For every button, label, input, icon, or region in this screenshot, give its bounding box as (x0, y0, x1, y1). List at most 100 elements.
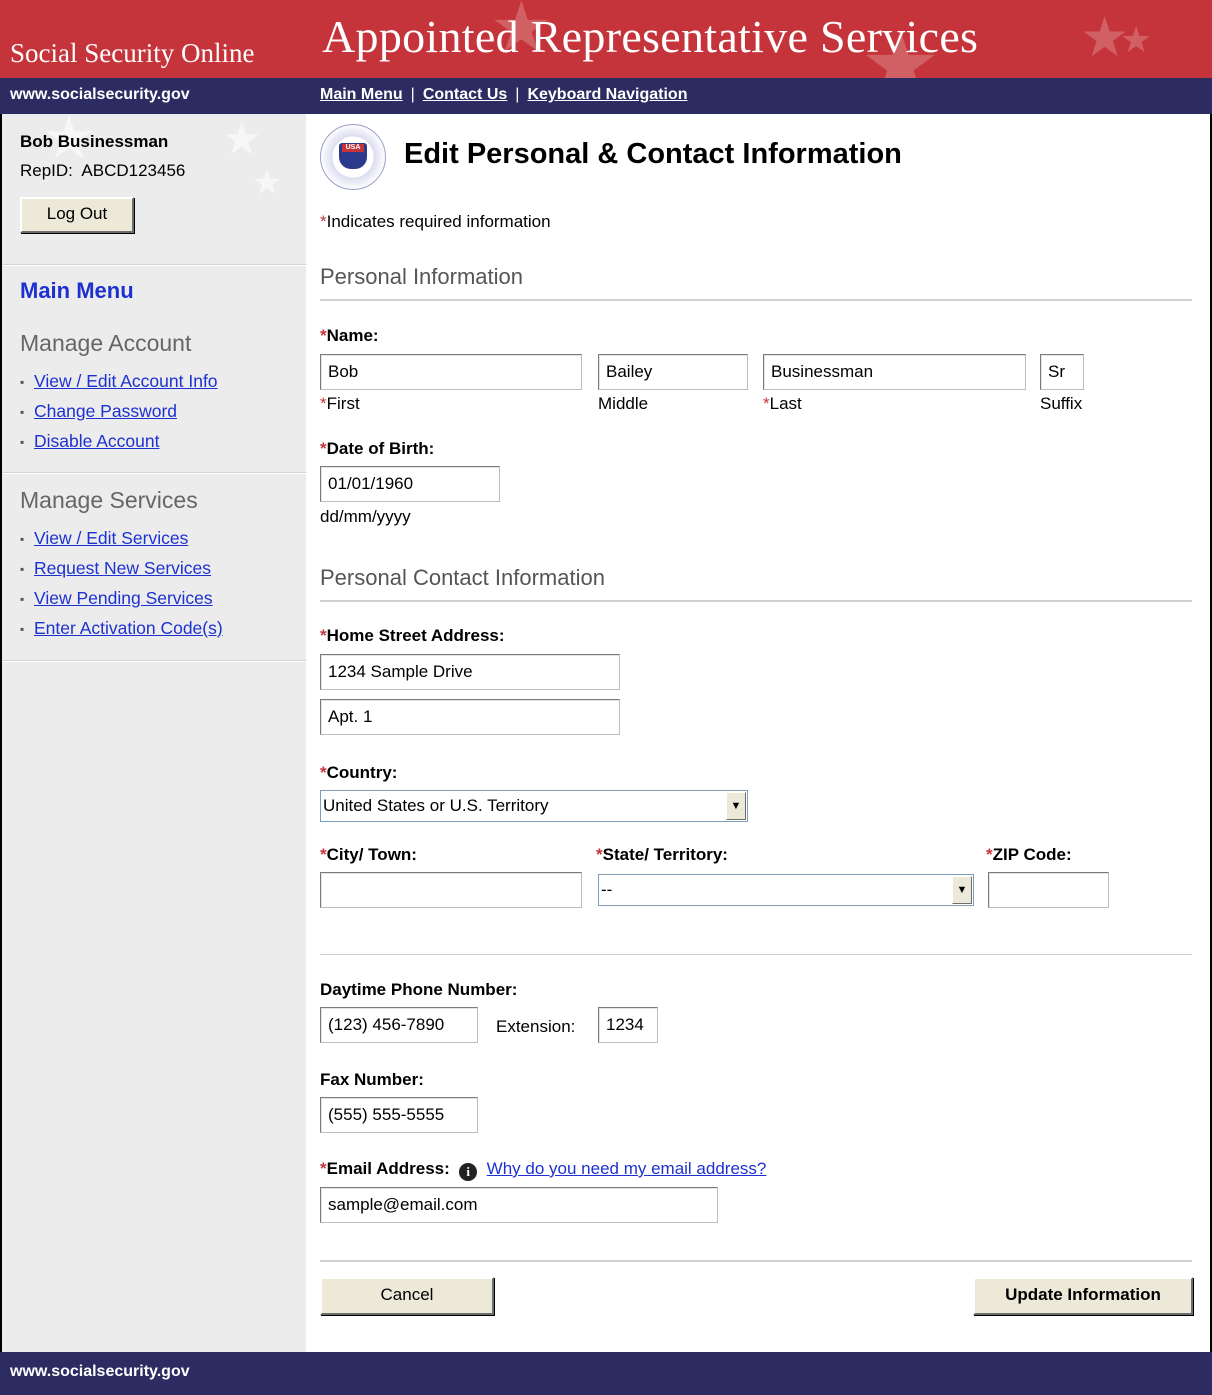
manage-services-heading: Manage Services (20, 487, 198, 513)
state-label: *State/ Territory: (596, 845, 728, 865)
bullet-icon: ▪ (20, 375, 25, 390)
top-nav-bar: www.socialsecurity.gov Main Menu | Contact… (0, 78, 1212, 114)
bullet-icon: ▪ (20, 622, 25, 637)
name-label-text: Name: (326, 326, 379, 345)
enter-activation-codes-link[interactable]: Enter Activation Code(s) (34, 618, 223, 638)
required-star: * (320, 763, 327, 782)
last-caption-text: Last (769, 394, 802, 413)
required-star: * (763, 394, 770, 413)
bullet-icon: ▪ (20, 562, 25, 577)
bullet-icon: ▪ (20, 532, 25, 547)
bullet-icon: ▪ (20, 592, 25, 607)
manage-account-list: ▪ View / Edit Account Info ▪ Change Passwo… (20, 366, 218, 456)
main-menu-heading[interactable]: Main Menu (20, 278, 134, 304)
cancel-button[interactable]: Cancel (320, 1277, 494, 1315)
middle-name-input[interactable]: Bailey (598, 354, 748, 390)
user-info-panel: ★ ★ ★ Bob Businessman RepID: ABCD123456 … (2, 114, 306, 264)
zip-label: *ZIP Code: (986, 845, 1072, 865)
first-name-input[interactable]: Bob (320, 354, 582, 390)
top-nav-links: Main Menu | Contact Us | Keyboard Navigation (320, 86, 687, 104)
brand-name: Social Security Online (10, 38, 255, 68)
sidebar: ★ ★ ★ Bob Businessman RepID: ABCD123456 … (2, 114, 306, 1352)
fax-input[interactable]: (555) 555-5555 (320, 1097, 478, 1133)
section-divider (320, 1260, 1192, 1262)
info-icon: i (459, 1163, 478, 1181)
first-caption-text: First (326, 394, 360, 413)
nav-separator: | (410, 86, 415, 103)
list-item: ▪ View / Edit Services (20, 523, 223, 553)
disable-account-link[interactable]: Disable Account (34, 431, 160, 451)
nav-keyboard-navigation-link[interactable]: Keyboard Navigation (527, 86, 687, 103)
ssa-seal-icon: USA (320, 124, 386, 190)
nav-main-menu-link[interactable]: Main Menu (320, 86, 403, 103)
update-information-button[interactable]: Update Information (973, 1277, 1193, 1315)
required-star: * (320, 1159, 327, 1178)
list-item: ▪ View Pending Services (20, 583, 223, 613)
country-select-value: United States or U.S. Territory (323, 796, 549, 815)
nav-contact-us-link[interactable]: Contact Us (423, 86, 507, 103)
required-star: * (320, 212, 327, 231)
request-new-services-link[interactable]: Request New Services (34, 558, 211, 578)
footer-site-url-link[interactable]: www.socialsecurity.gov (10, 1363, 190, 1381)
view-pending-services-link[interactable]: View Pending Services (34, 588, 213, 608)
fax-label: Fax Number: (320, 1070, 424, 1089)
section-divider (320, 954, 1192, 955)
city-input[interactable] (320, 872, 582, 908)
list-item: ▪ Change Password (20, 396, 218, 426)
zip-input[interactable] (988, 872, 1109, 908)
section-divider (320, 600, 1192, 602)
contact-info-heading: Personal Contact Information (320, 565, 605, 590)
view-edit-account-link[interactable]: View / Edit Account Info (34, 371, 218, 391)
dob-label: *Date of Birth: (320, 439, 434, 459)
star-decoration-icon: ★ (1120, 19, 1153, 60)
list-item: ▪ Enter Activation Code(s) (20, 613, 223, 643)
email-input[interactable]: sample@email.com (320, 1187, 718, 1223)
country-select[interactable]: United States or U.S. Territory ▼ (320, 790, 748, 822)
country-label-text: Country: (326, 763, 398, 782)
bullet-icon: ▪ (20, 405, 25, 420)
manage-services-list: ▪ View / Edit Services ▪ Request New Servi… (20, 523, 223, 643)
dropdown-arrow-icon[interactable]: ▼ (952, 876, 972, 904)
city-label-text: City/ Town: (326, 845, 417, 864)
list-item: ▪ View / Edit Account Info (20, 366, 218, 396)
personal-info-heading: Personal Information (320, 264, 523, 289)
address-line2-input[interactable]: Apt. 1 (320, 699, 620, 735)
city-label: *City/ Town: (320, 845, 417, 865)
suffix-input[interactable]: Sr (1040, 354, 1084, 390)
phone-label: Daytime Phone Number: (320, 980, 518, 999)
site-footer: www.socialsecurity.gov (0, 1352, 1212, 1395)
change-password-link[interactable]: Change Password (34, 401, 177, 421)
view-edit-services-link[interactable]: View / Edit Services (34, 528, 188, 548)
app-title: Appointed Representative Services (322, 11, 979, 62)
dropdown-arrow-icon[interactable]: ▼ (726, 792, 746, 820)
bullet-icon: ▪ (20, 435, 25, 450)
address-line1-input[interactable]: 1234 Sample Drive (320, 654, 620, 690)
dob-input[interactable]: 01/01/1960 (320, 466, 500, 502)
site-header: ★ ★ ★ ★ Social Security Online Appointed… (0, 0, 1212, 78)
required-star: * (320, 439, 327, 458)
site-url-link[interactable]: www.socialsecurity.gov (10, 86, 190, 104)
country-label: *Country: (320, 763, 397, 783)
star-decoration-icon: ★ (252, 164, 283, 202)
state-select[interactable]: -- ▼ (598, 874, 974, 906)
nav-separator: | (515, 86, 520, 103)
why-email-link[interactable]: Why do you need my email address? (487, 1159, 767, 1178)
required-star: * (596, 845, 603, 864)
rep-id: RepID: ABCD123456 (20, 161, 186, 180)
state-label-text: State/ Territory: (602, 845, 728, 864)
extension-input[interactable]: 1234 (598, 1007, 658, 1043)
phone-input[interactable]: (123) 456-7890 (320, 1007, 478, 1043)
required-note-text: Indicates required information (326, 212, 551, 231)
required-star: * (320, 326, 327, 345)
dob-format-hint: dd/mm/yyyy (320, 507, 411, 526)
last-name-caption: *Last (763, 394, 802, 414)
seal-label: USA (342, 144, 364, 152)
log-out-button[interactable]: Log Out (20, 197, 134, 233)
star-decoration-icon: ★ (222, 115, 262, 164)
manage-account-heading: Manage Account (20, 330, 192, 356)
required-star: * (320, 845, 327, 864)
suffix-caption: Suffix (1040, 394, 1083, 413)
email-label-text: Email Address: (326, 1159, 450, 1178)
last-name-input[interactable]: Businessman (763, 354, 1026, 390)
user-name: Bob Businessman (20, 132, 169, 151)
